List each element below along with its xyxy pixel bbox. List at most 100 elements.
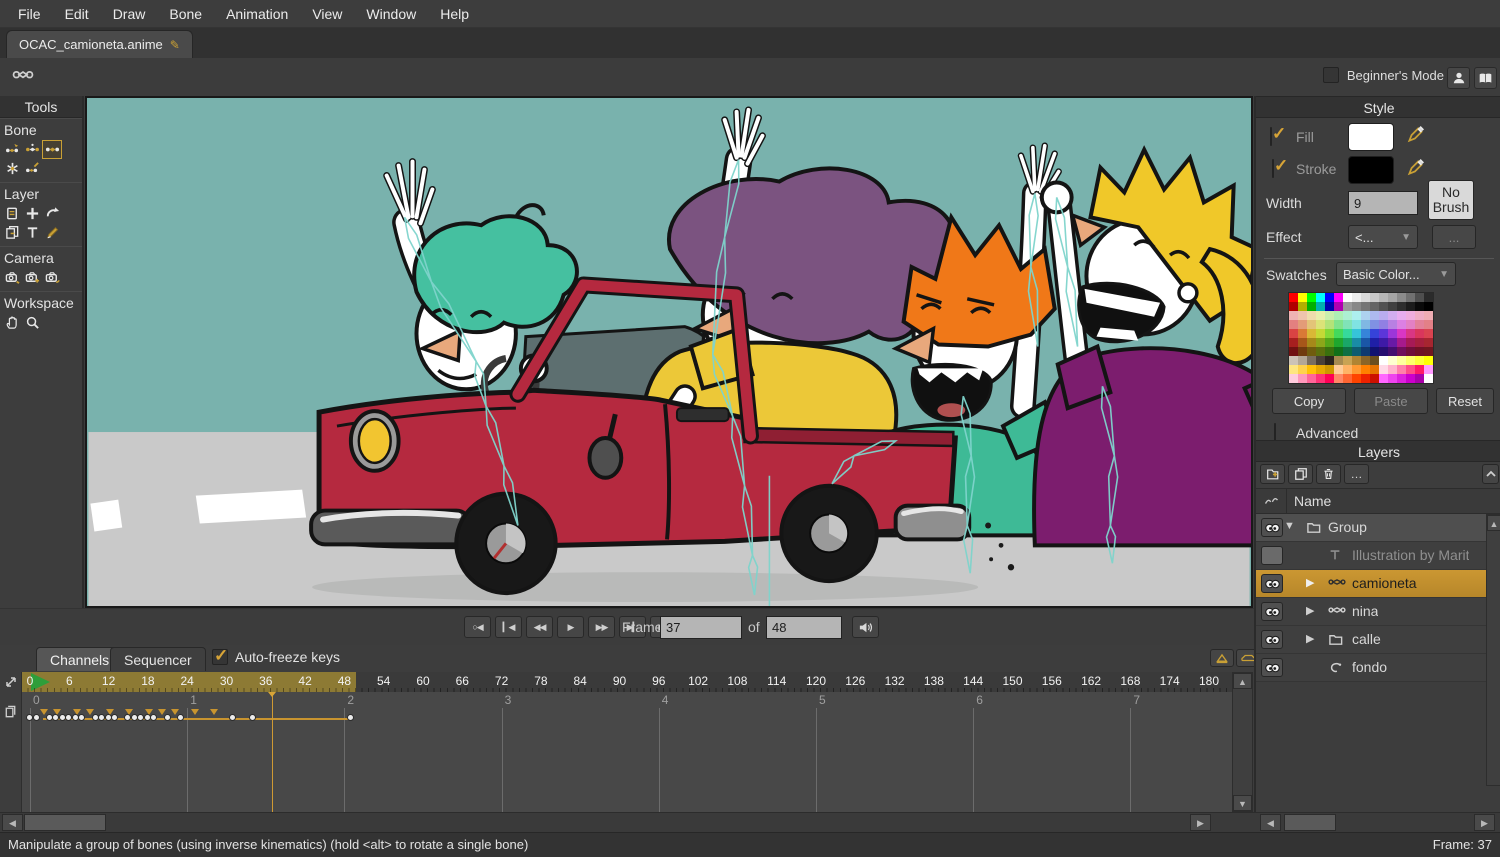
step-forward-button[interactable]: ▶▶ <box>588 616 615 638</box>
swatch-cell-r2c0[interactable] <box>1289 311 1298 320</box>
swatch-cell-r6c15[interactable] <box>1424 347 1433 356</box>
layer-visibility-eyes-icon[interactable] <box>1261 574 1283 593</box>
swatch-cell-r6c7[interactable] <box>1352 347 1361 356</box>
swatch-cell-r4c14[interactable] <box>1415 329 1424 338</box>
swatch-cell-r3c6[interactable] <box>1343 320 1352 329</box>
swatch-cell-r2c9[interactable] <box>1370 311 1379 320</box>
swatch-cell-r9c9[interactable] <box>1370 374 1379 383</box>
swatch-cell-r1c11[interactable] <box>1388 302 1397 311</box>
tool-add-point[interactable] <box>22 204 42 223</box>
layer-visibility-eyes-icon[interactable] <box>1261 518 1283 537</box>
swatch-cell-r1c14[interactable] <box>1415 302 1424 311</box>
swatch-cell-r8c15[interactable] <box>1424 365 1433 374</box>
tool-zoom-workspace[interactable] <box>22 313 42 332</box>
jump-start-button[interactable]: ○◀ <box>464 616 491 638</box>
swatch-cell-r2c5[interactable] <box>1334 311 1343 320</box>
swatch-cell-r6c6[interactable] <box>1343 347 1352 356</box>
current-frame-input[interactable] <box>660 616 742 639</box>
swatch-cell-r0c4[interactable] <box>1325 293 1334 302</box>
swatch-cell-r0c9[interactable] <box>1370 293 1379 302</box>
keyframe-dot[interactable] <box>229 714 236 721</box>
scroll-down-arrow[interactable]: ▼ <box>1233 795 1252 811</box>
swatch-cell-r5c4[interactable] <box>1325 338 1334 347</box>
timeline-marker-button[interactable] <box>1210 649 1234 667</box>
swatch-cell-r6c11[interactable] <box>1388 347 1397 356</box>
tool-zoom-camera[interactable] <box>22 268 42 287</box>
keyframe-dot[interactable] <box>26 714 33 721</box>
swatch-cell-r2c7[interactable] <box>1352 311 1361 320</box>
no-brush-button[interactable]: No Brush <box>1428 180 1474 220</box>
swatch-cell-r0c13[interactable] <box>1406 293 1415 302</box>
timeline-horizontal-scrollbar[interactable]: ◀ ▶ <box>0 812 1254 832</box>
swatch-cell-r8c13[interactable] <box>1406 365 1415 374</box>
menu-file[interactable]: File <box>6 0 53 28</box>
fill-color-swatch[interactable] <box>1348 123 1394 151</box>
mute-audio-button[interactable] <box>852 616 879 638</box>
swatch-cell-r9c13[interactable] <box>1406 374 1415 383</box>
swatch-cell-r7c13[interactable] <box>1406 356 1415 365</box>
swatch-cell-r3c7[interactable] <box>1352 320 1361 329</box>
tool-bind-points[interactable] <box>2 159 22 178</box>
swatch-cell-r2c6[interactable] <box>1343 311 1352 320</box>
swatch-cell-r8c8[interactable] <box>1361 365 1370 374</box>
swatch-cell-r2c15[interactable] <box>1424 311 1433 320</box>
layer-row-group[interactable]: ▼Group <box>1256 514 1486 542</box>
prev-keyframe-button[interactable]: ▎◀ <box>495 616 522 638</box>
swatches-dropdown[interactable]: Basic Color...▼ <box>1336 262 1456 286</box>
swatch-cell-r3c9[interactable] <box>1370 320 1379 329</box>
swatch-cell-r0c0[interactable] <box>1289 293 1298 302</box>
canvas-viewport[interactable] <box>85 96 1253 608</box>
tool-track-camera[interactable] <box>2 268 22 287</box>
layer-row-fondo[interactable]: fondo <box>1256 654 1486 682</box>
swatch-cell-r3c14[interactable] <box>1415 320 1424 329</box>
swatch-cell-r4c10[interactable] <box>1379 329 1388 338</box>
swatch-cell-r4c13[interactable] <box>1406 329 1415 338</box>
swatch-cell-r7c0[interactable] <box>1289 356 1298 365</box>
tool-pan-workspace[interactable] <box>2 313 22 332</box>
copy-style-button[interactable]: Copy <box>1272 388 1346 414</box>
swatch-cell-r6c5[interactable] <box>1334 347 1343 356</box>
user-account-button[interactable] <box>1447 67 1470 89</box>
swatch-cell-r0c5[interactable] <box>1334 293 1343 302</box>
swatch-cell-r9c7[interactable] <box>1352 374 1361 383</box>
menu-bone[interactable]: Bone <box>157 0 214 28</box>
keyframe-dot[interactable] <box>177 714 184 721</box>
swatch-cell-r7c5[interactable] <box>1334 356 1343 365</box>
swatch-cell-r0c1[interactable] <box>1298 293 1307 302</box>
layer-visibility-eyes-icon[interactable] <box>1261 602 1283 621</box>
swatch-cell-r7c12[interactable] <box>1397 356 1406 365</box>
freeze-key-tick[interactable] <box>210 709 218 715</box>
stroke-color-swatch[interactable] <box>1348 156 1394 184</box>
swatch-cell-r9c4[interactable] <box>1325 374 1334 383</box>
keyframe-dot[interactable] <box>164 714 171 721</box>
swatch-cell-r0c12[interactable] <box>1397 293 1406 302</box>
help-library-button[interactable] <box>1474 67 1497 89</box>
swatch-cell-r7c4[interactable] <box>1325 356 1334 365</box>
swatch-cell-r0c7[interactable] <box>1352 293 1361 302</box>
swatch-cell-r1c0[interactable] <box>1289 302 1298 311</box>
play-button[interactable]: ▶ <box>557 616 584 638</box>
layer-row-camioneta[interactable]: ▶camioneta <box>1256 570 1486 598</box>
swatch-cell-r2c8[interactable] <box>1361 311 1370 320</box>
swatch-cell-r9c8[interactable] <box>1361 374 1370 383</box>
scroll-left-arrow[interactable]: ◀ <box>1260 814 1281 831</box>
swatch-cell-r0c6[interactable] <box>1343 293 1352 302</box>
swatch-cell-r3c10[interactable] <box>1379 320 1388 329</box>
swatch-cell-r7c14[interactable] <box>1415 356 1424 365</box>
expand-arrow-icon[interactable]: ▼ <box>1284 520 1295 532</box>
expand-timeline-icon[interactable] <box>3 674 19 690</box>
swatch-cell-r0c2[interactable] <box>1307 293 1316 302</box>
swatch-cell-r3c2[interactable] <box>1307 320 1316 329</box>
swatch-cell-r8c7[interactable] <box>1352 365 1361 374</box>
swatch-cell-r5c1[interactable] <box>1298 338 1307 347</box>
swatch-cell-r3c3[interactable] <box>1316 320 1325 329</box>
swatch-cell-r8c1[interactable] <box>1298 365 1307 374</box>
menu-window[interactable]: Window <box>354 0 428 28</box>
current-frame-pointer[interactable] <box>268 692 276 697</box>
swatch-cell-r1c9[interactable] <box>1370 302 1379 311</box>
swatch-cell-r5c2[interactable] <box>1307 338 1316 347</box>
swatch-cell-r2c1[interactable] <box>1298 311 1307 320</box>
swatch-cell-r3c8[interactable] <box>1361 320 1370 329</box>
swatch-cell-r7c1[interactable] <box>1298 356 1307 365</box>
beginners-mode-checkbox[interactable] <box>1323 67 1339 83</box>
